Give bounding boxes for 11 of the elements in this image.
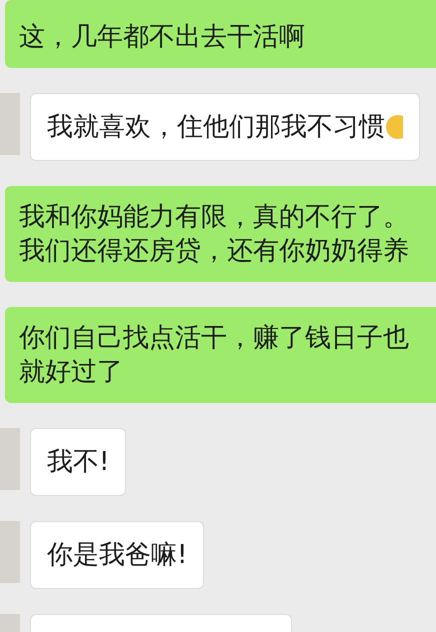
message-text: 你们自己找点活干，赚了钱日子也 [19,322,409,355]
message-text: 我和你妈能力有限，真的不行了。 [19,201,409,234]
message-text: 我不! [47,446,110,479]
avatar[interactable] [0,428,20,490]
message-text: 我们还得还房贷，还有你奶奶得养 [19,235,409,268]
message-text: 这，几年都不出去干活啊 [19,21,305,54]
message-text: 你是我爸嘛! [47,539,188,572]
avatar[interactable] [0,93,20,155]
avatar[interactable] [0,521,20,583]
message-text: 就好过了 [19,356,123,389]
message-text: 我就喜欢，住他们那我不习惯 [47,111,385,144]
